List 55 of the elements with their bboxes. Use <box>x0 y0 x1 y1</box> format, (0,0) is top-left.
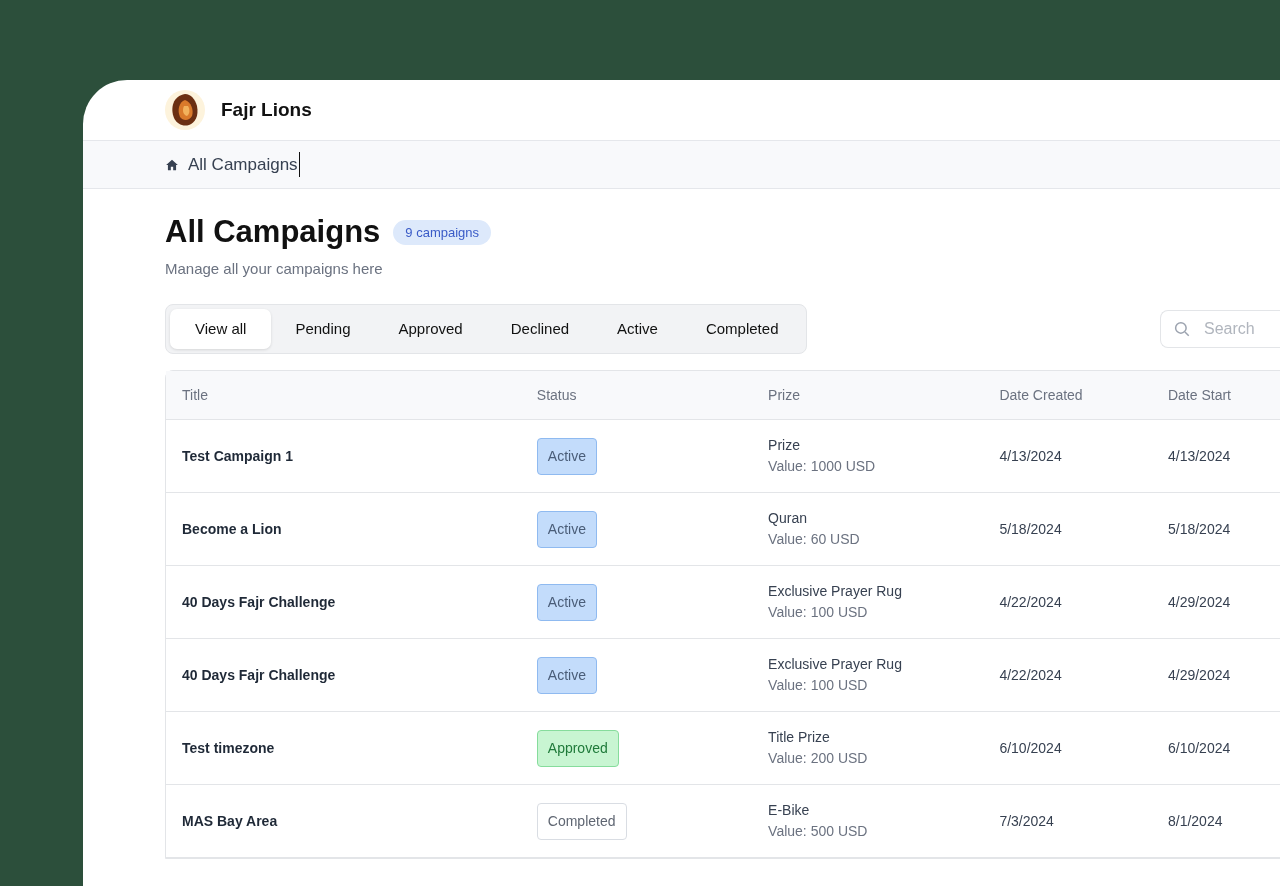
home-icon[interactable] <box>165 157 179 172</box>
prize-name: Exclusive Prayer Rug <box>768 655 903 674</box>
campaign-title: MAS Bay Area <box>182 813 278 829</box>
campaign-title: Test timezone <box>182 740 275 756</box>
filter-tab[interactable]: Declined <box>486 309 594 349</box>
date-created: 5/18/2024 <box>999 521 1062 537</box>
prize-value: Value: 60 USD <box>768 530 861 549</box>
campaign-title: 40 Days Fajr Challenge <box>182 594 336 610</box>
prize-name: Prize <box>768 436 801 455</box>
filter-tab[interactable]: Active <box>593 309 682 349</box>
page-subtitle: Manage all your campaigns here <box>165 258 384 279</box>
campaign-title: Test Campaign 1 <box>182 448 293 464</box>
date-start: 4/13/2024 <box>1167 448 1231 464</box>
column-header: Status <box>536 387 577 403</box>
status-badge: Active <box>536 510 597 548</box>
breadcrumb-label[interactable]: All Campaigns <box>188 151 300 178</box>
filter-tab[interactable]: Completed <box>681 309 803 349</box>
prize-name: E-Bike <box>768 801 811 820</box>
date-start: 4/29/2024 <box>1167 667 1231 683</box>
column-header: Prize <box>768 387 800 403</box>
date-start: 6/10/2024 <box>1167 740 1231 756</box>
date-created: 6/10/2024 <box>999 740 1062 756</box>
page-title: All Campaigns <box>165 213 381 251</box>
campaign-title: 40 Days Fajr Challenge <box>182 667 336 683</box>
date-created: 4/22/2024 <box>999 667 1062 683</box>
status-badge: Active <box>536 583 597 621</box>
brand-name: Fajr Lions <box>221 97 312 122</box>
prize-value: Value: 100 USD <box>768 676 869 695</box>
filter-tab[interactable]: Pending <box>271 309 375 349</box>
date-created: 4/22/2024 <box>999 594 1062 610</box>
search-field[interactable]: Search <box>1160 310 1280 348</box>
filter-tab[interactable]: Approved <box>374 309 487 349</box>
date-created: 4/13/2024 <box>999 448 1062 464</box>
prize-name: Title Prize <box>768 728 831 747</box>
prize-name: Quran <box>768 509 808 528</box>
status-badge: Approved <box>536 729 619 767</box>
search-icon <box>1173 320 1191 338</box>
prize-name: Exclusive Prayer Rug <box>768 582 903 601</box>
status-badge: Active <box>536 437 597 475</box>
prize-value: Value: 500 USD <box>768 822 869 841</box>
prize-value: Value: 1000 USD <box>768 457 877 476</box>
date-start: 4/29/2024 <box>1167 594 1231 610</box>
date-created: 7/3/2024 <box>999 813 1054 829</box>
column-header: Date Created <box>999 387 1083 403</box>
status-badge: Active <box>536 656 597 694</box>
campaign-title: Become a Lion <box>182 521 282 537</box>
column-header: Title <box>182 387 208 403</box>
column-header: Date Start <box>1167 387 1231 403</box>
status-badge: Completed <box>536 802 627 840</box>
prize-value: Value: 200 USD <box>768 749 869 768</box>
prize-value: Value: 100 USD <box>768 603 869 622</box>
campaign-count: 9 campaigns <box>393 219 492 245</box>
filter-tab[interactable]: View all <box>170 309 272 349</box>
date-start: 8/1/2024 <box>1167 813 1223 829</box>
date-start: 5/18/2024 <box>1167 521 1231 537</box>
